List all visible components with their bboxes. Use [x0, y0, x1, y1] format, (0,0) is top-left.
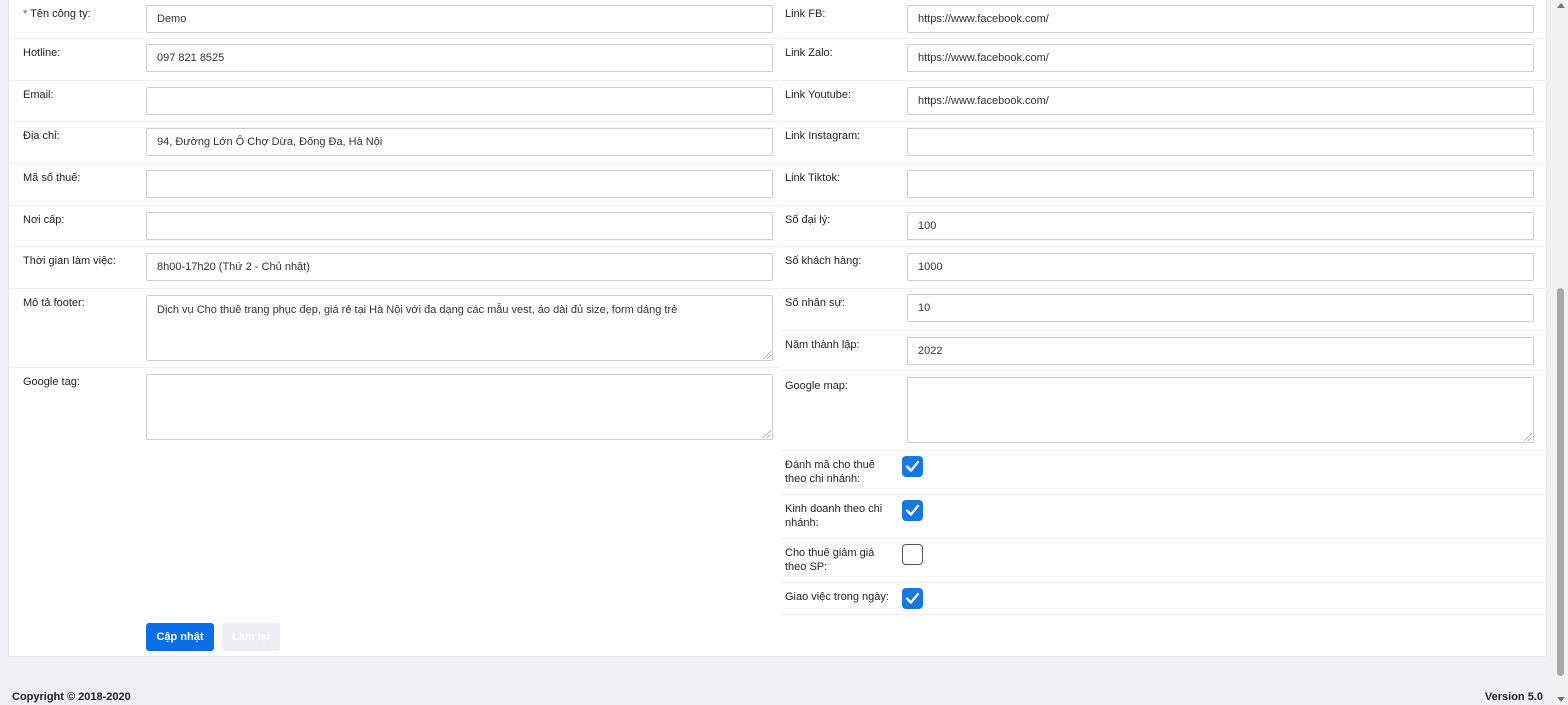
- link-instagram-label: Link Instagram:: [785, 130, 861, 142]
- row-branch-code: Đánh mã cho thuê theo chi nhánh:: [781, 451, 1548, 495]
- row-link-instagram: Link Instagram:: [781, 122, 1548, 164]
- row-address: Địa chỉ: 94, Đường Lớn Ô Chợ Dừa, Đống Đ…: [9, 122, 779, 164]
- staff-input[interactable]: 10: [907, 294, 1534, 322]
- tax-code-label: Mã số thuế:: [23, 172, 81, 184]
- branch-code-label: Đánh mã cho thuê theo chi nhánh:: [785, 459, 875, 485]
- daily-tasks-label: Giao việc trong ngày:: [785, 591, 889, 603]
- footer-description-label: Mô tả footer:: [23, 297, 85, 309]
- checkmark-icon: [905, 460, 920, 472]
- google-tag-textarea[interactable]: [146, 374, 773, 440]
- working-hours-label: Thời gian làm việc:: [23, 255, 116, 267]
- link-youtube-input[interactable]: https://www.facebook.com/: [907, 87, 1534, 115]
- scroll-up-arrow-icon[interactable]: [1557, 3, 1565, 8]
- google-map-label: Google map:: [785, 380, 848, 392]
- row-footer-description: Mô tả footer: Dịch vụ Cho thuê trang phụ…: [9, 289, 779, 368]
- resize-handle-icon[interactable]: [763, 430, 771, 438]
- address-input[interactable]: 94, Đường Lớn Ô Chợ Dừa, Đống Đa, Hà Nội: [146, 128, 773, 156]
- staff-label: Số nhân sự:: [785, 297, 845, 309]
- agents-label: Số đại lý:: [785, 214, 831, 226]
- google-map-textarea[interactable]: [907, 377, 1534, 443]
- link-youtube-label: Link Youtube:: [785, 89, 852, 101]
- scroll-down-arrow-icon[interactable]: [1557, 697, 1565, 702]
- daily-tasks-checkbox[interactable]: [902, 588, 923, 609]
- rent-discount-checkbox[interactable]: [902, 544, 923, 565]
- row-issued-at: Nơi cấp:: [9, 206, 779, 247]
- customers-input[interactable]: 1000: [907, 253, 1534, 281]
- issued-at-label: Nơi cấp:: [23, 214, 65, 226]
- founded-label: Năm thành lập:: [785, 339, 860, 351]
- right-column: Link FB: https://www.facebook.com/ Link …: [781, 0, 1548, 615]
- reset-button[interactable]: Làm lại: [222, 623, 280, 651]
- footer-description-text: Dịch vụ Cho thuê trang phục đẹp, giá rẻ …: [157, 304, 678, 316]
- row-daily-tasks: Giao việc trong ngày:: [781, 583, 1548, 615]
- link-fb-input[interactable]: https://www.facebook.com/: [907, 5, 1534, 33]
- settings-form-card: * Tên công ty: Demo Hotline: 097 821 852…: [8, 0, 1548, 657]
- row-link-youtube: Link Youtube: https://www.facebook.com/: [781, 81, 1548, 122]
- branch-business-label: Kinh doanh theo chi nhánh:: [785, 503, 883, 529]
- branch-business-checkbox[interactable]: [902, 500, 923, 521]
- row-company-name: * Tên công ty: Demo: [9, 0, 779, 39]
- hotline-label: Hotline:: [23, 47, 61, 59]
- link-tiktok-input[interactable]: [907, 170, 1534, 198]
- link-tiktok-label: Link Tiktok:: [785, 172, 841, 184]
- checkmark-icon: [905, 592, 920, 604]
- company-name-input[interactable]: Demo: [146, 5, 773, 33]
- row-founded: Năm thành lập: 2022: [781, 331, 1548, 371]
- row-link-fb: Link FB: https://www.facebook.com/: [781, 0, 1548, 39]
- link-zalo-input[interactable]: https://www.facebook.com/: [907, 44, 1534, 72]
- version-text: Version 5.0: [1484, 691, 1543, 703]
- resize-handle-icon[interactable]: [1524, 433, 1532, 441]
- agents-input[interactable]: 100: [907, 212, 1534, 240]
- working-hours-input[interactable]: 8h00-17h20 (Thứ 2 - Chủ nhật): [146, 253, 773, 281]
- tax-code-input[interactable]: [146, 170, 773, 198]
- checkmark-icon: [905, 504, 920, 516]
- row-link-zalo: Link Zalo: https://www.facebook.com/: [781, 39, 1548, 81]
- link-zalo-label: Link Zalo:: [785, 47, 833, 59]
- vertical-scrollbar[interactable]: [1554, 0, 1568, 705]
- row-working-hours: Thời gian làm việc: 8h00-17h20 (Thứ 2 - …: [9, 247, 779, 289]
- rent-discount-label: Cho thuê giảm giá theo SP:: [785, 547, 875, 573]
- row-email: Email:: [9, 81, 779, 122]
- email-label: Email:: [23, 89, 54, 101]
- branch-code-checkbox[interactable]: [902, 456, 923, 477]
- issued-at-input[interactable]: [146, 212, 773, 240]
- row-link-tiktok: Link Tiktok:: [781, 164, 1548, 206]
- row-google-tag: Google tag:: [9, 368, 779, 448]
- row-agents: Số đại lý: 100: [781, 206, 1548, 247]
- link-fb-label: Link FB:: [785, 8, 826, 20]
- hotline-input[interactable]: 097 821 8525: [146, 44, 773, 72]
- address-label: Địa chỉ:: [23, 130, 60, 142]
- row-customers: Số khách hàng: 1000: [781, 247, 1548, 289]
- row-branch-business: Kinh doanh theo chi nhánh:: [781, 495, 1548, 539]
- company-name-label-text: Tên công ty:: [27, 8, 91, 20]
- left-column: * Tên công ty: Demo Hotline: 097 821 852…: [9, 0, 779, 448]
- footer-description-textarea[interactable]: Dịch vụ Cho thuê trang phục đẹp, giá rẻ …: [146, 295, 773, 361]
- founded-input[interactable]: 2022: [907, 337, 1534, 365]
- row-google-map: Google map:: [781, 371, 1548, 451]
- scrollbar-thumb[interactable]: [1557, 288, 1564, 676]
- save-button[interactable]: Cập nhật: [146, 623, 214, 651]
- email-input[interactable]: [146, 87, 773, 115]
- row-hotline: Hotline: 097 821 8525: [9, 39, 779, 81]
- company-name-label: * Tên công ty:: [23, 7, 139, 21]
- copyright-text: Copyright © 2018-2020: [12, 691, 131, 703]
- row-rent-discount: Cho thuê giảm giá theo SP:: [781, 539, 1548, 583]
- customers-label: Số khách hàng:: [785, 255, 862, 267]
- row-tax-code: Mã số thuế:: [9, 164, 779, 206]
- link-instagram-input[interactable]: [907, 128, 1534, 156]
- resize-handle-icon[interactable]: [763, 351, 771, 359]
- google-tag-label: Google tag:: [23, 376, 80, 388]
- row-staff: Số nhân sự: 10: [781, 289, 1548, 331]
